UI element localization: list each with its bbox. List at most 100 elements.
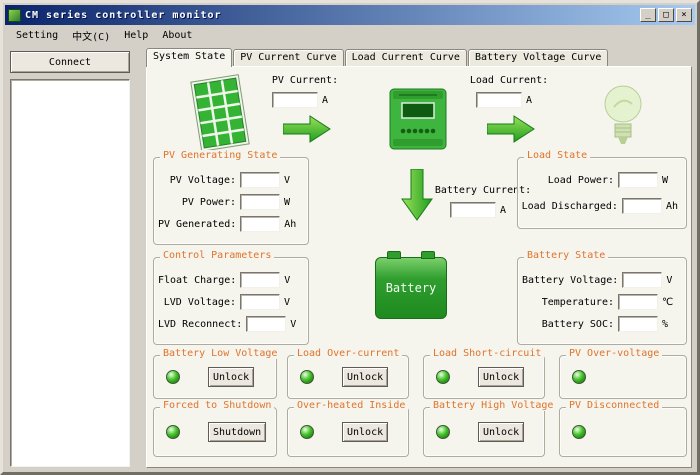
- led-indicator: [166, 425, 180, 439]
- status-group-load-over-current: Load Over-current Unlock: [287, 355, 409, 399]
- app-window: CM series controller monitor _ □ × Setti…: [0, 0, 700, 475]
- shutdown-button[interactable]: Shutdown: [208, 422, 266, 442]
- status-title: Load Over-current: [294, 348, 402, 359]
- status-group-load-short-circuit: Load Short-circuit Unlock: [423, 355, 545, 399]
- battery-terminal: [421, 251, 435, 259]
- group-title: Load State: [524, 150, 590, 161]
- tab-system-state[interactable]: System State: [146, 48, 232, 67]
- float-charge-unit: V: [284, 275, 300, 286]
- status-title: PV Disconnected: [566, 400, 662, 411]
- led-indicator: [300, 425, 314, 439]
- battery-voltage-input[interactable]: [622, 272, 662, 288]
- minimize-button[interactable]: _: [640, 8, 656, 22]
- status-group-battery-low-voltage: Battery Low Voltage Unlock: [153, 355, 277, 399]
- temperature-label: Temperature:: [542, 297, 614, 308]
- pv-voltage-unit: V: [284, 175, 300, 186]
- status-group-pv-disconnected: PV Disconnected: [559, 407, 687, 457]
- arrow-right-icon: [283, 113, 331, 145]
- unlock-load-over-current-button[interactable]: Unlock: [342, 367, 388, 387]
- pv-current-field: PV Current: A: [255, 75, 355, 108]
- lvd-voltage-input[interactable]: [240, 294, 280, 310]
- field-row: Load Discharged: Ah: [522, 198, 678, 214]
- field-row: PV Voltage: V: [158, 172, 300, 188]
- field-row: Battery Voltage: V: [522, 272, 678, 288]
- battery-terminal: [387, 251, 401, 259]
- led-indicator: [300, 370, 314, 384]
- status-group-pv-over-voltage: PV Over-voltage: [559, 355, 687, 399]
- pv-voltage-label: PV Voltage:: [170, 175, 236, 186]
- pv-generated-input[interactable]: [240, 216, 280, 232]
- arrow-right-icon: [487, 113, 535, 145]
- lvd-voltage-unit: V: [284, 297, 300, 308]
- tab-bar: System State PV Current Curve Load Curre…: [146, 47, 609, 66]
- connect-button[interactable]: Connect: [10, 51, 130, 73]
- float-charge-label: Float Charge:: [158, 275, 236, 286]
- field-row: Battery SOC: %: [522, 316, 678, 332]
- pv-current-input[interactable]: [272, 92, 318, 108]
- battery-soc-label: Battery SOC:: [542, 319, 614, 330]
- battery-soc-input[interactable]: [618, 316, 658, 332]
- status-group-over-heated-inside: Over-heated Inside Unlock: [287, 407, 409, 457]
- status-title: Load Short-circuit: [430, 348, 544, 359]
- pv-current-label: PV Current:: [272, 75, 338, 86]
- battery-soc-unit: %: [662, 319, 678, 330]
- led-indicator: [572, 370, 586, 384]
- field-row: LVD Reconnect: V: [158, 316, 300, 332]
- pv-power-input[interactable]: [240, 194, 280, 210]
- pv-voltage-input[interactable]: [240, 172, 280, 188]
- unlock-over-heated-button[interactable]: Unlock: [342, 422, 388, 442]
- load-discharged-input[interactable]: [622, 198, 662, 214]
- load-current-input[interactable]: [476, 92, 522, 108]
- led-indicator: [436, 370, 450, 384]
- menubar: Setting 中文(C) Help About: [5, 25, 695, 45]
- battery-current-unit: A: [500, 205, 516, 216]
- battery-current-input[interactable]: [450, 202, 496, 218]
- led-indicator: [166, 370, 180, 384]
- load-state-group: Load State Load Power: W Load Discharged…: [517, 157, 687, 229]
- group-title: PV Generating State: [160, 150, 280, 161]
- window-title: CM series controller monitor: [25, 10, 222, 21]
- menu-item-setting[interactable]: Setting: [9, 28, 65, 43]
- tab-pv-current-curve[interactable]: PV Current Curve: [233, 49, 343, 66]
- led-indicator: [572, 425, 586, 439]
- unlock-battery-high-voltage-button[interactable]: Unlock: [478, 422, 524, 442]
- menu-item-about[interactable]: About: [155, 28, 199, 43]
- menu-item-language[interactable]: 中文(C): [65, 26, 117, 45]
- lvd-reconnect-unit: V: [290, 319, 300, 330]
- battery-state-group: Battery State Battery Voltage: V Tempera…: [517, 257, 687, 345]
- device-listbox[interactable]: [10, 79, 130, 467]
- unlock-battery-low-voltage-button[interactable]: Unlock: [208, 367, 254, 387]
- field-row: Float Charge: V: [158, 272, 300, 288]
- load-discharged-unit: Ah: [666, 201, 678, 212]
- pv-current-unit: A: [322, 95, 338, 106]
- status-title: PV Over-voltage: [566, 348, 662, 359]
- status-group-battery-high-voltage: Battery High Voltage Unlock: [423, 407, 545, 457]
- menu-item-help[interactable]: Help: [117, 28, 155, 43]
- field-row: LVD Voltage: V: [158, 294, 300, 310]
- status-title: Over-heated Inside: [294, 400, 408, 411]
- pv-power-label: PV Power:: [182, 197, 236, 208]
- status-group-forced-to-shutdown: Forced to Shutdown Shutdown: [153, 407, 277, 457]
- field-row: Load Power: W: [522, 172, 678, 188]
- status-title: Forced to Shutdown: [160, 400, 274, 411]
- load-power-unit: W: [662, 175, 678, 186]
- close-button[interactable]: ×: [676, 8, 692, 22]
- field-row: PV Generated: Ah: [158, 216, 300, 232]
- titlebar[interactable]: CM series controller monitor _ □ ×: [5, 5, 695, 25]
- lvd-reconnect-input[interactable]: [246, 316, 286, 332]
- float-charge-input[interactable]: [240, 272, 280, 288]
- temperature-input[interactable]: [618, 294, 658, 310]
- group-title: Battery State: [524, 250, 608, 261]
- load-current-unit: A: [526, 95, 542, 106]
- load-power-label: Load Power:: [548, 175, 614, 186]
- pv-generated-label: PV Generated:: [158, 219, 236, 230]
- maximize-button[interactable]: □: [658, 8, 674, 22]
- status-title: Battery Low Voltage: [160, 348, 280, 359]
- tab-load-current-curve[interactable]: Load Current Curve: [345, 49, 467, 66]
- load-power-input[interactable]: [618, 172, 658, 188]
- unlock-load-short-circuit-button[interactable]: Unlock: [478, 367, 524, 387]
- load-current-label: Load Current:: [470, 75, 548, 86]
- battery-icon-label: Battery: [386, 281, 437, 295]
- status-title: Battery High Voltage: [430, 400, 556, 411]
- tab-battery-voltage-curve[interactable]: Battery Voltage Curve: [468, 49, 608, 66]
